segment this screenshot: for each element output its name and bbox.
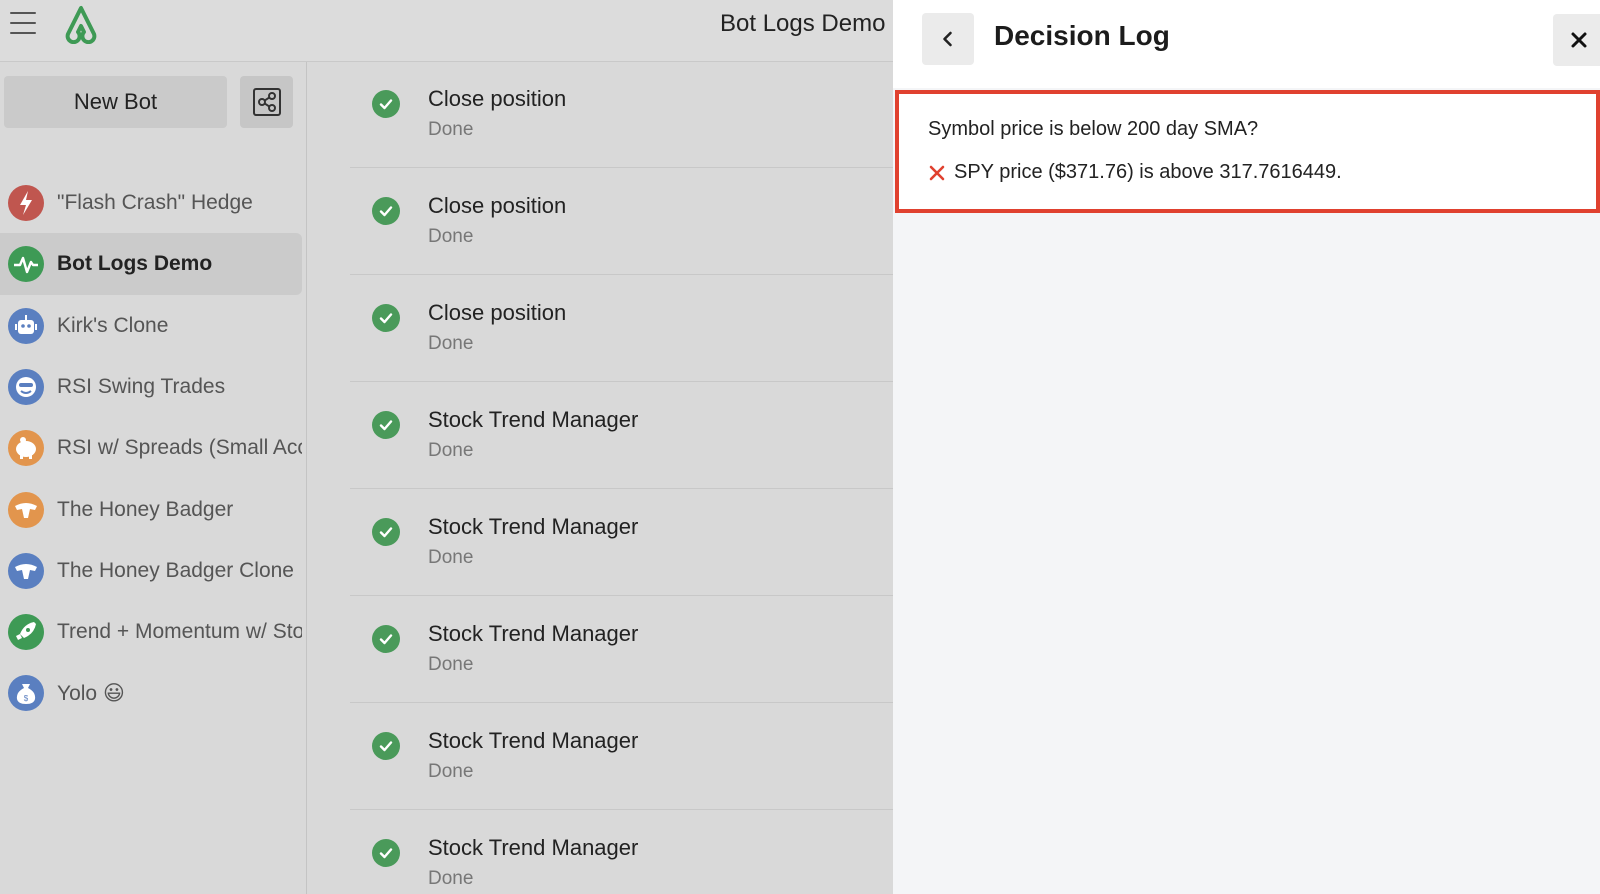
sidebar-bot-item[interactable]: The Honey Badger [0, 479, 302, 541]
badger-icon [8, 552, 44, 589]
bot-name: Yolo 😃 [57, 681, 125, 705]
log-list: Close position Done Close position Done Clos… [350, 62, 893, 894]
check-circle-icon [372, 304, 400, 332]
check-circle-icon [372, 411, 400, 439]
log-title: Stock Trend Manager [428, 728, 639, 753]
sidebar-bot-item[interactable]: "Flash Crash" Hedge [0, 172, 302, 234]
piggy-bank-icon [8, 430, 44, 467]
bolt-icon [8, 185, 44, 221]
hamburger-menu-icon[interactable] [10, 12, 36, 34]
log-title: Close position [428, 193, 567, 218]
app-logo-icon[interactable] [60, 4, 102, 44]
close-icon [1571, 32, 1587, 48]
log-title: Close position [428, 86, 567, 111]
log-list-item[interactable]: Stock Trend Manager Done [350, 704, 893, 810]
log-list-item[interactable]: Close position Done [350, 276, 893, 382]
bot-name: The Honey Badger [57, 497, 234, 521]
check-circle-icon [372, 518, 400, 546]
sidebar-bot-item[interactable]: RSI Swing Trades [0, 356, 302, 418]
bot-name: The Honey Badger Clone [57, 558, 294, 582]
sidebar-bot-item[interactable]: Kirk's Clone [0, 295, 302, 357]
log-list-item[interactable]: Close position Done [350, 62, 893, 168]
sidebar-bot-item[interactable]: $ Yolo 😃 [0, 662, 302, 724]
sidebar: New Bot "Flash Crash" Hedge Bot Logs Demo… [0, 62, 307, 894]
check-circle-icon [372, 732, 400, 760]
svg-text:$: $ [24, 694, 29, 703]
share-icon [252, 88, 281, 116]
badger-icon [8, 491, 44, 528]
money-bag-icon: $ [8, 675, 44, 712]
panel-title: Decision Log [994, 20, 1170, 51]
bot-name: RSI Swing Trades [57, 374, 226, 398]
log-status: Done [428, 440, 474, 461]
log-status: Done [428, 119, 474, 140]
log-list-item[interactable]: Close position Done [350, 169, 893, 275]
log-title: Stock Trend Manager [428, 407, 639, 432]
log-list-item[interactable]: Stock Trend Manager Done [350, 811, 893, 894]
check-circle-icon [372, 625, 400, 653]
decision-log-panel: Decision Log Symbol price is below 200 d… [893, 0, 1600, 894]
pulse-icon [8, 246, 44, 283]
bot-name: Kirk's Clone [57, 313, 169, 337]
log-status: Done [428, 547, 474, 568]
check-circle-icon [372, 197, 400, 225]
log-status: Done [428, 333, 474, 354]
sidebar-bot-item[interactable]: RSI w/ Spreads (Small Account) [0, 417, 302, 479]
page-title: Bot Logs Demo [720, 10, 886, 37]
condition-result: SPY price ($371.76) is above 317.7616449… [928, 161, 1342, 184]
close-button[interactable] [1553, 14, 1600, 66]
log-title: Stock Trend Manager [428, 835, 639, 860]
log-title: Close position [428, 300, 567, 325]
log-list-item[interactable]: Stock Trend Manager Done [350, 383, 893, 489]
rocket-icon [8, 614, 44, 651]
check-circle-icon [372, 839, 400, 867]
condition-result-text: SPY price ($371.76) is above 317.7616449… [954, 161, 1342, 183]
face-icon [8, 368, 44, 405]
bot-name: RSI w/ Spreads (Small Account) [57, 436, 302, 460]
log-title: Stock Trend Manager [428, 621, 639, 646]
bot-name: Trend + Momentum w/ Stops [57, 620, 302, 644]
log-status: Done [428, 868, 474, 889]
log-status: Done [428, 654, 474, 675]
condition-question: Symbol price is below 200 day SMA? [928, 118, 1259, 140]
sidebar-bot-item[interactable]: The Honey Badger Clone [0, 540, 302, 602]
bot-name: "Flash Crash" Hedge [57, 191, 253, 214]
log-status: Done [428, 761, 474, 782]
share-button[interactable] [240, 76, 293, 128]
robot-icon [8, 307, 44, 344]
sidebar-bot-item[interactable]: Bot Logs Demo [0, 233, 302, 296]
panel-header: Decision Log [893, 0, 1600, 88]
sidebar-bot-item[interactable]: Trend + Momentum w/ Stops [0, 601, 302, 663]
log-status: Done [428, 226, 474, 247]
top-bar: Bot Logs Demo [0, 0, 893, 62]
check-circle-icon [372, 90, 400, 118]
log-list-item[interactable]: Stock Trend Manager Done [350, 490, 893, 596]
bot-name: Bot Logs Demo [57, 252, 213, 276]
decision-condition-card: Symbol price is below 200 day SMA? SPY p… [895, 90, 1600, 213]
back-button[interactable] [922, 13, 974, 65]
log-title: Stock Trend Manager [428, 514, 639, 539]
x-icon [928, 164, 946, 182]
log-list-item[interactable]: Stock Trend Manager Done [350, 597, 893, 703]
chevron-left-icon [943, 31, 952, 47]
new-bot-button[interactable]: New Bot [4, 76, 227, 128]
